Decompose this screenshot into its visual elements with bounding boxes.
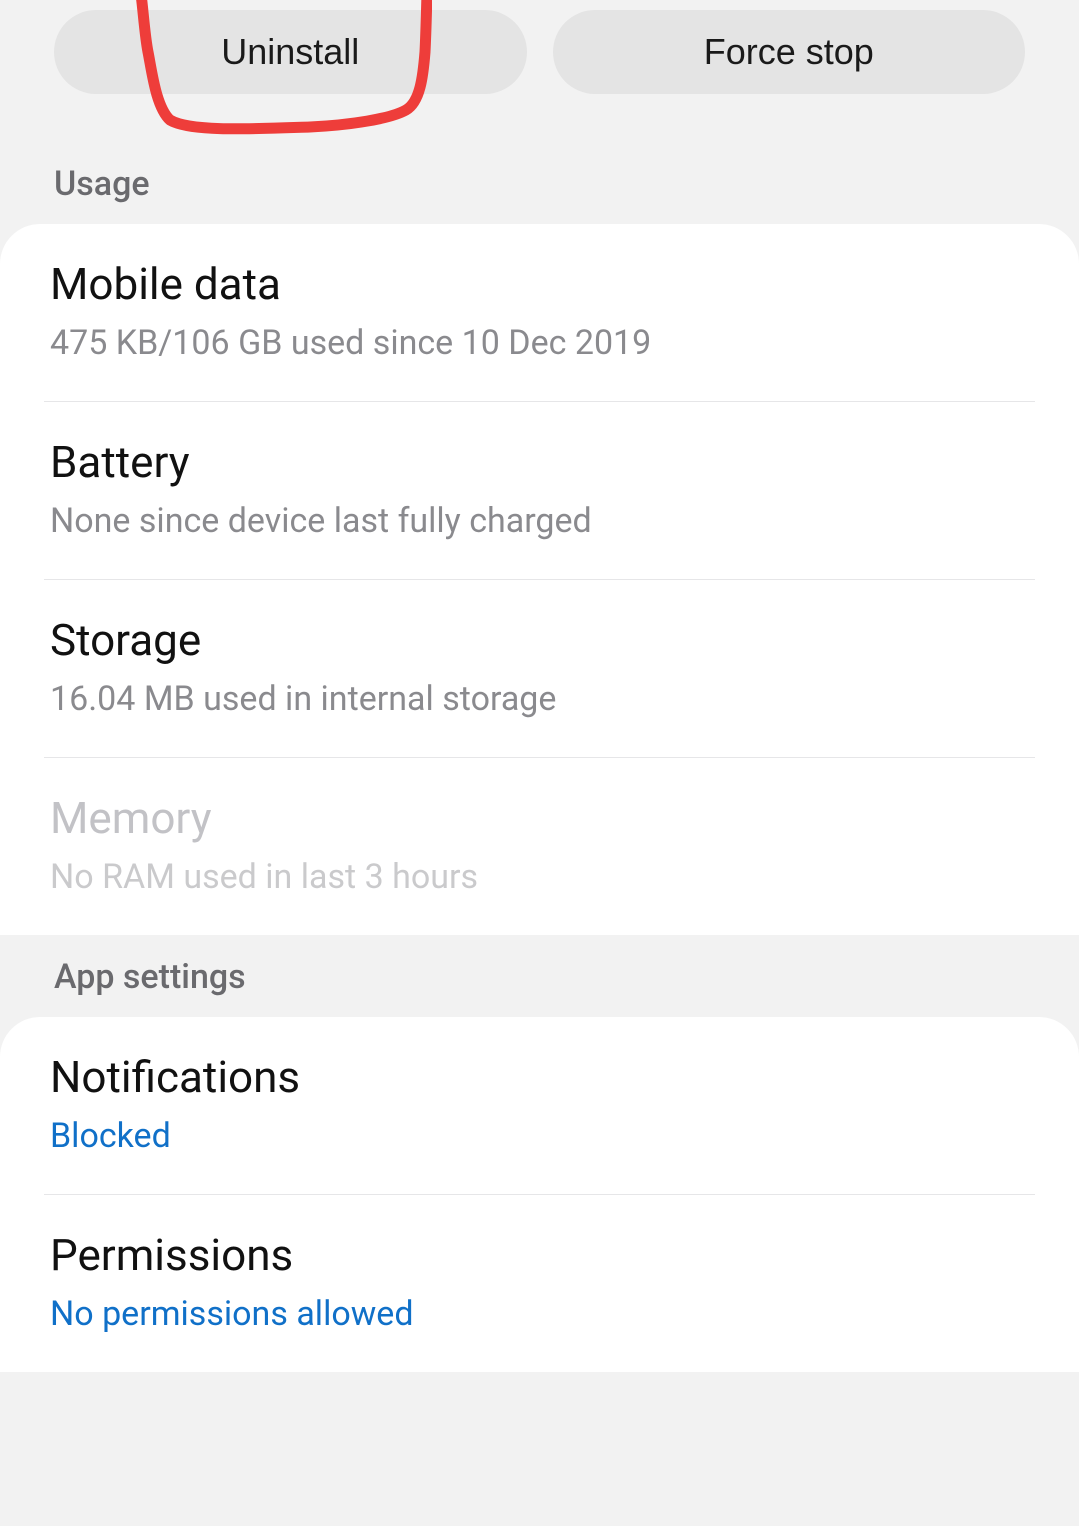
permissions-title: Permissions xyxy=(50,1229,1025,1282)
permissions-subtitle: No permissions allowed xyxy=(50,1292,1025,1336)
storage-subtitle: 16.04 MB used in internal storage xyxy=(50,677,1025,721)
mobile-data-row[interactable]: Mobile data 475 KB/106 GB used since 10 … xyxy=(0,224,1079,401)
mobile-data-subtitle: 475 KB/106 GB used since 10 Dec 2019 xyxy=(50,321,1025,365)
action-button-row: Uninstall Force stop xyxy=(0,0,1079,94)
battery-title: Battery xyxy=(50,436,1025,489)
usage-card: Mobile data 475 KB/106 GB used since 10 … xyxy=(0,224,1079,935)
force-stop-button-label: Force stop xyxy=(704,31,874,73)
storage-title: Storage xyxy=(50,614,1025,667)
app-settings-section-header: App settings xyxy=(0,957,1079,1017)
usage-section-header: Usage xyxy=(0,164,1079,224)
app-settings-card: Notifications Blocked Permissions No per… xyxy=(0,1017,1079,1372)
memory-subtitle: No RAM used in last 3 hours xyxy=(50,855,1025,899)
notifications-title: Notifications xyxy=(50,1051,1025,1104)
uninstall-button[interactable]: Uninstall xyxy=(54,10,527,94)
uninstall-button-label: Uninstall xyxy=(221,31,359,73)
battery-subtitle: None since device last fully charged xyxy=(50,499,1025,543)
battery-row[interactable]: Battery None since device last fully cha… xyxy=(0,402,1079,579)
memory-row: Memory No RAM used in last 3 hours xyxy=(0,758,1079,935)
permissions-row[interactable]: Permissions No permissions allowed xyxy=(0,1195,1079,1372)
notifications-row[interactable]: Notifications Blocked xyxy=(0,1017,1079,1194)
mobile-data-title: Mobile data xyxy=(50,258,1025,311)
notifications-subtitle: Blocked xyxy=(50,1114,1025,1158)
storage-row[interactable]: Storage 16.04 MB used in internal storag… xyxy=(0,580,1079,757)
force-stop-button[interactable]: Force stop xyxy=(553,10,1026,94)
memory-title: Memory xyxy=(50,792,1025,845)
